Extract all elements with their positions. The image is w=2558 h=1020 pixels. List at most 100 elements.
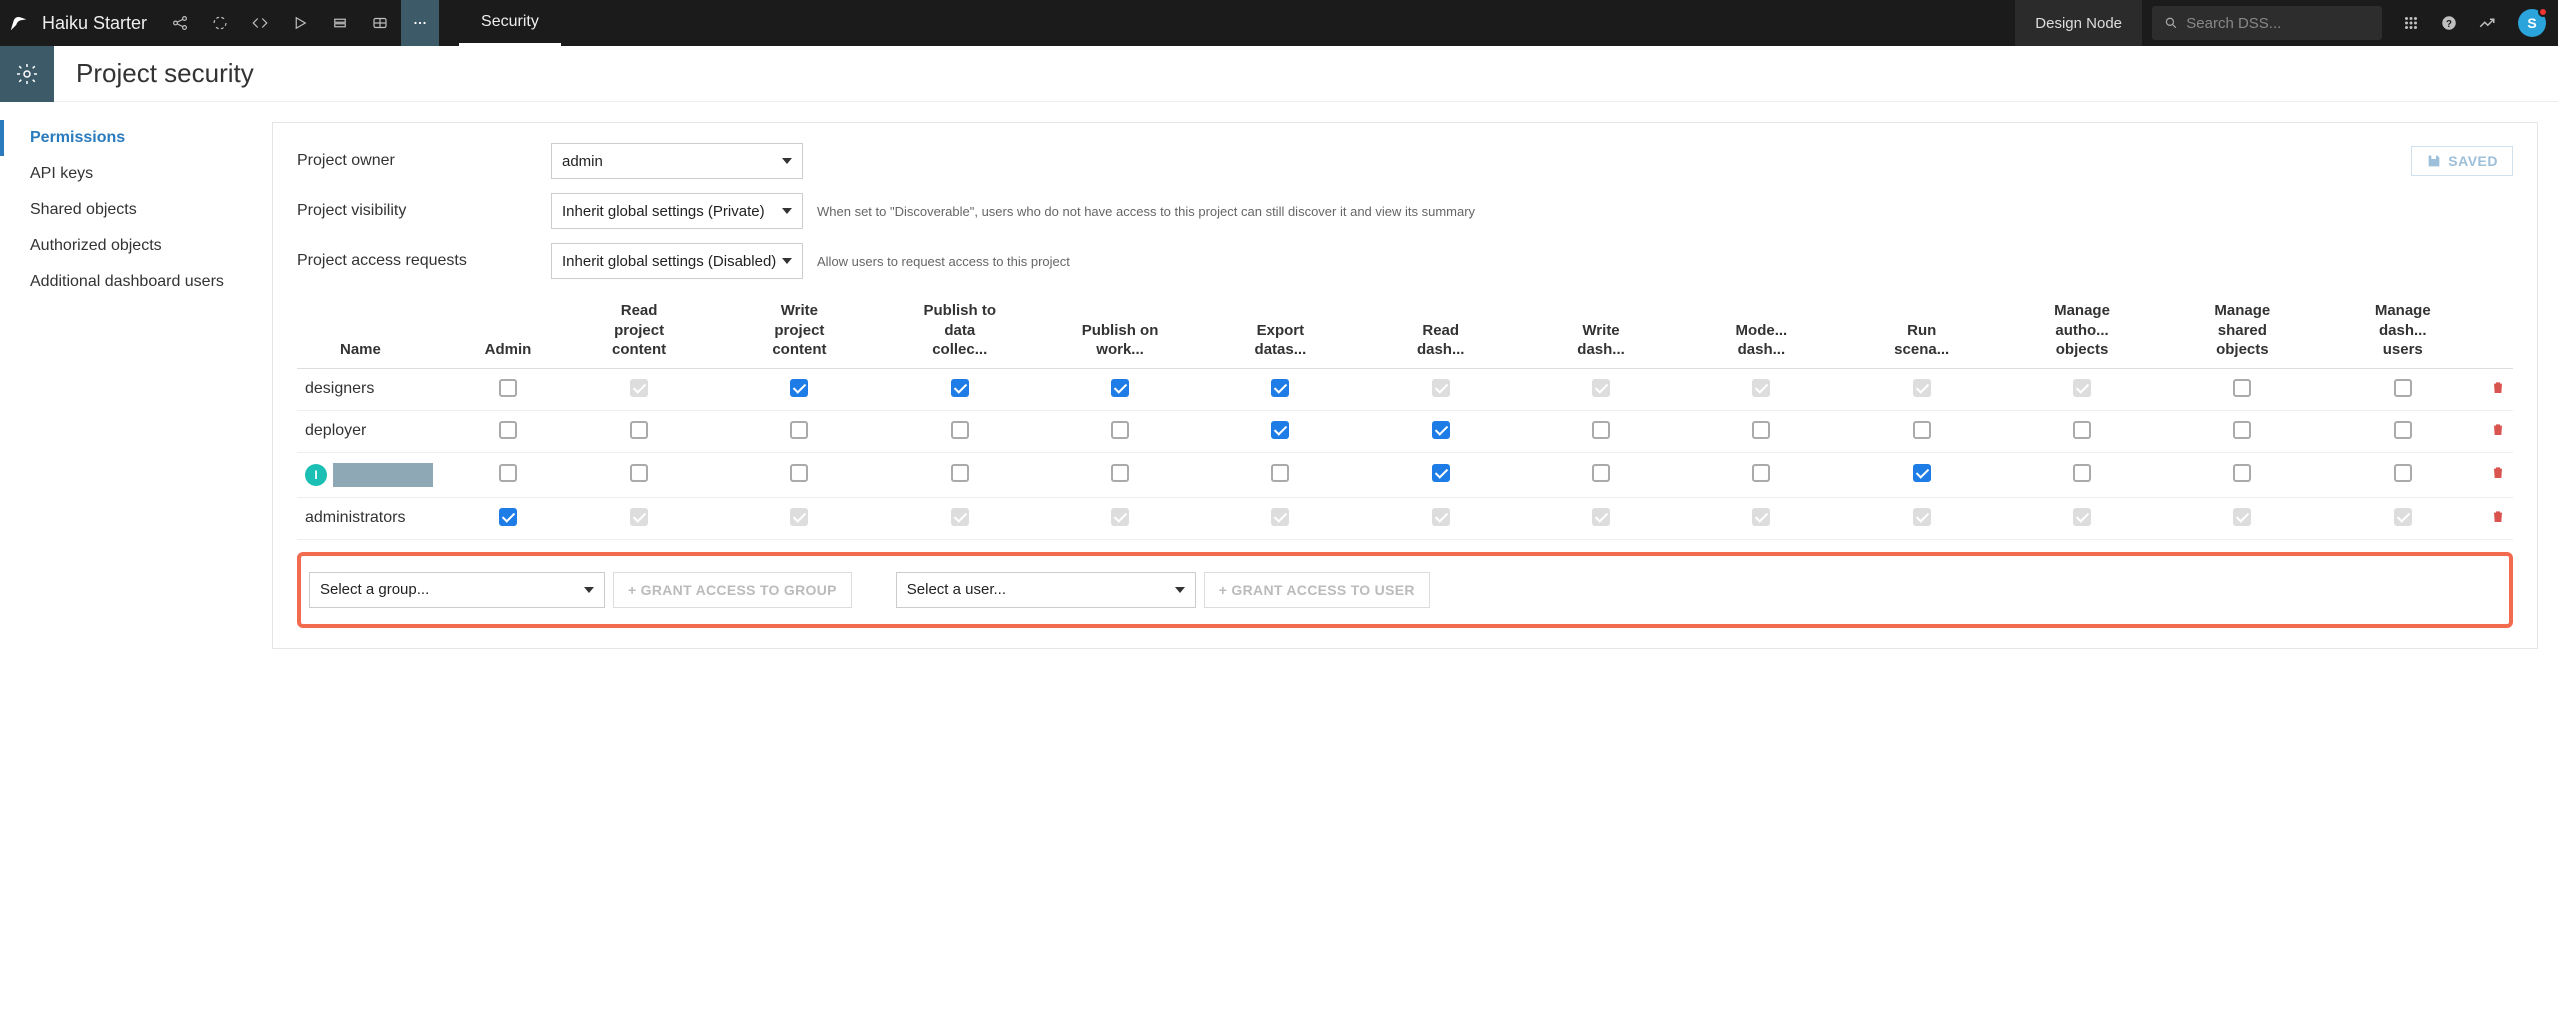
share-icon[interactable] <box>161 0 199 46</box>
permission-checkbox[interactable] <box>1752 508 1770 526</box>
app-logo[interactable] <box>0 0 38 46</box>
permission-checkbox[interactable] <box>951 421 969 439</box>
delete-row-icon[interactable] <box>2490 424 2506 441</box>
permission-checkbox[interactable] <box>1271 464 1289 482</box>
permission-checkbox[interactable] <box>1913 421 1931 439</box>
sidebar-item[interactable]: API keys <box>0 156 272 192</box>
permission-checkbox[interactable] <box>499 379 517 397</box>
permission-checkbox[interactable] <box>1592 421 1610 439</box>
permission-checkbox[interactable] <box>1111 379 1129 397</box>
permission-checkbox[interactable] <box>2394 379 2412 397</box>
permission-checkbox[interactable] <box>951 379 969 397</box>
permission-checkbox[interactable] <box>2394 508 2412 526</box>
permission-checkbox[interactable] <box>2394 464 2412 482</box>
cycle-icon[interactable] <box>201 0 239 46</box>
permission-checkbox[interactable] <box>630 508 648 526</box>
user-avatar[interactable]: S <box>2518 9 2546 37</box>
access-value: Inherit global settings (Disabled) <box>562 253 776 270</box>
permission-checkbox[interactable] <box>499 464 517 482</box>
access-select[interactable]: Inherit global settings (Disabled) <box>551 243 803 279</box>
permission-checkbox[interactable] <box>1913 464 1931 482</box>
permission-checkbox[interactable] <box>630 379 648 397</box>
permission-checkbox[interactable] <box>630 421 648 439</box>
search-icon <box>2164 15 2178 31</box>
permission-checkbox[interactable] <box>790 464 808 482</box>
permission-checkbox[interactable] <box>2233 464 2251 482</box>
more-icon[interactable] <box>401 0 439 46</box>
topbar: Haiku Starter Security Design Node ? S <box>0 0 2558 46</box>
apps-icon[interactable] <box>2392 0 2430 46</box>
design-node[interactable]: Design Node <box>2015 0 2142 46</box>
play-icon[interactable] <box>281 0 319 46</box>
delete-row-icon[interactable] <box>2490 511 2506 528</box>
sidebar-item[interactable]: Authorized objects <box>0 228 272 264</box>
permission-checkbox[interactable] <box>1752 421 1770 439</box>
user-select[interactable]: Select a user... <box>896 572 1196 608</box>
permission-checkbox[interactable] <box>2233 379 2251 397</box>
code-icon[interactable] <box>241 0 279 46</box>
owner-value: admin <box>562 153 603 170</box>
tab-security[interactable]: Security <box>459 0 561 46</box>
column-header: Manage autho... objects <box>2002 293 2162 368</box>
visibility-select[interactable]: Inherit global settings (Private) <box>551 193 803 229</box>
permission-checkbox[interactable] <box>1271 379 1289 397</box>
permission-checkbox[interactable] <box>1271 508 1289 526</box>
sidebar-item[interactable]: Shared objects <box>0 192 272 228</box>
permission-checkbox[interactable] <box>1592 464 1610 482</box>
grant-group-button[interactable]: + GRANT ACCESS TO GROUP <box>613 572 852 608</box>
permission-checkbox[interactable] <box>1111 508 1129 526</box>
permission-checkbox[interactable] <box>1592 379 1610 397</box>
user-placeholder: Select a user... <box>907 581 1006 598</box>
grant-user-button[interactable]: + GRANT ACCESS TO USER <box>1204 572 1430 608</box>
permission-checkbox[interactable] <box>1111 464 1129 482</box>
notification-dot <box>2538 7 2548 17</box>
settings-gear-icon[interactable] <box>0 46 54 102</box>
search-box[interactable] <box>2152 6 2382 40</box>
permission-checkbox[interactable] <box>1432 379 1450 397</box>
trend-icon[interactable] <box>2468 0 2506 46</box>
delete-row-icon[interactable] <box>2490 467 2506 484</box>
permission-checkbox[interactable] <box>790 421 808 439</box>
permission-checkbox[interactable] <box>790 508 808 526</box>
permission-checkbox[interactable] <box>790 379 808 397</box>
permission-checkbox[interactable] <box>2073 464 2091 482</box>
permission-checkbox[interactable] <box>1752 464 1770 482</box>
permission-checkbox[interactable] <box>1271 421 1289 439</box>
permission-checkbox[interactable] <box>1111 421 1129 439</box>
permission-checkbox[interactable] <box>2233 508 2251 526</box>
permission-checkbox[interactable] <box>1913 379 1931 397</box>
permission-checkbox[interactable] <box>1752 379 1770 397</box>
permission-checkbox[interactable] <box>2073 379 2091 397</box>
stack-icon[interactable] <box>321 0 359 46</box>
permission-checkbox[interactable] <box>1432 464 1450 482</box>
permission-checkbox[interactable] <box>2394 421 2412 439</box>
help-icon[interactable]: ? <box>2430 0 2468 46</box>
permission-checkbox[interactable] <box>499 421 517 439</box>
column-header: Publish to data collec... <box>880 293 1040 368</box>
project-name[interactable]: Haiku Starter <box>38 13 161 34</box>
permission-checkbox[interactable] <box>951 508 969 526</box>
permission-checkbox[interactable] <box>2233 421 2251 439</box>
table-row: administrators <box>297 497 2513 539</box>
sidebar-item[interactable]: Additional dashboard users <box>0 264 272 300</box>
delete-row-icon[interactable] <box>2490 382 2506 399</box>
owner-select[interactable]: admin <box>551 143 803 179</box>
row-name: administrators <box>297 497 457 539</box>
permission-checkbox[interactable] <box>1592 508 1610 526</box>
permission-checkbox[interactable] <box>1432 508 1450 526</box>
permission-checkbox[interactable] <box>1432 421 1450 439</box>
permission-checkbox[interactable] <box>1913 508 1931 526</box>
permission-checkbox[interactable] <box>630 464 648 482</box>
permission-checkbox[interactable] <box>951 464 969 482</box>
permission-checkbox[interactable] <box>2073 508 2091 526</box>
search-input[interactable] <box>2186 15 2370 32</box>
column-header: Publish on work... <box>1040 293 1200 368</box>
permission-checkbox[interactable] <box>2073 421 2091 439</box>
column-header: Run scena... <box>1842 293 2002 368</box>
save-icon <box>2426 153 2442 169</box>
permission-checkbox[interactable] <box>499 508 517 526</box>
group-select[interactable]: Select a group... <box>309 572 605 608</box>
saved-badge: SAVED <box>2411 146 2513 176</box>
sidebar-item[interactable]: Permissions <box>0 120 272 156</box>
grid-icon[interactable] <box>361 0 399 46</box>
